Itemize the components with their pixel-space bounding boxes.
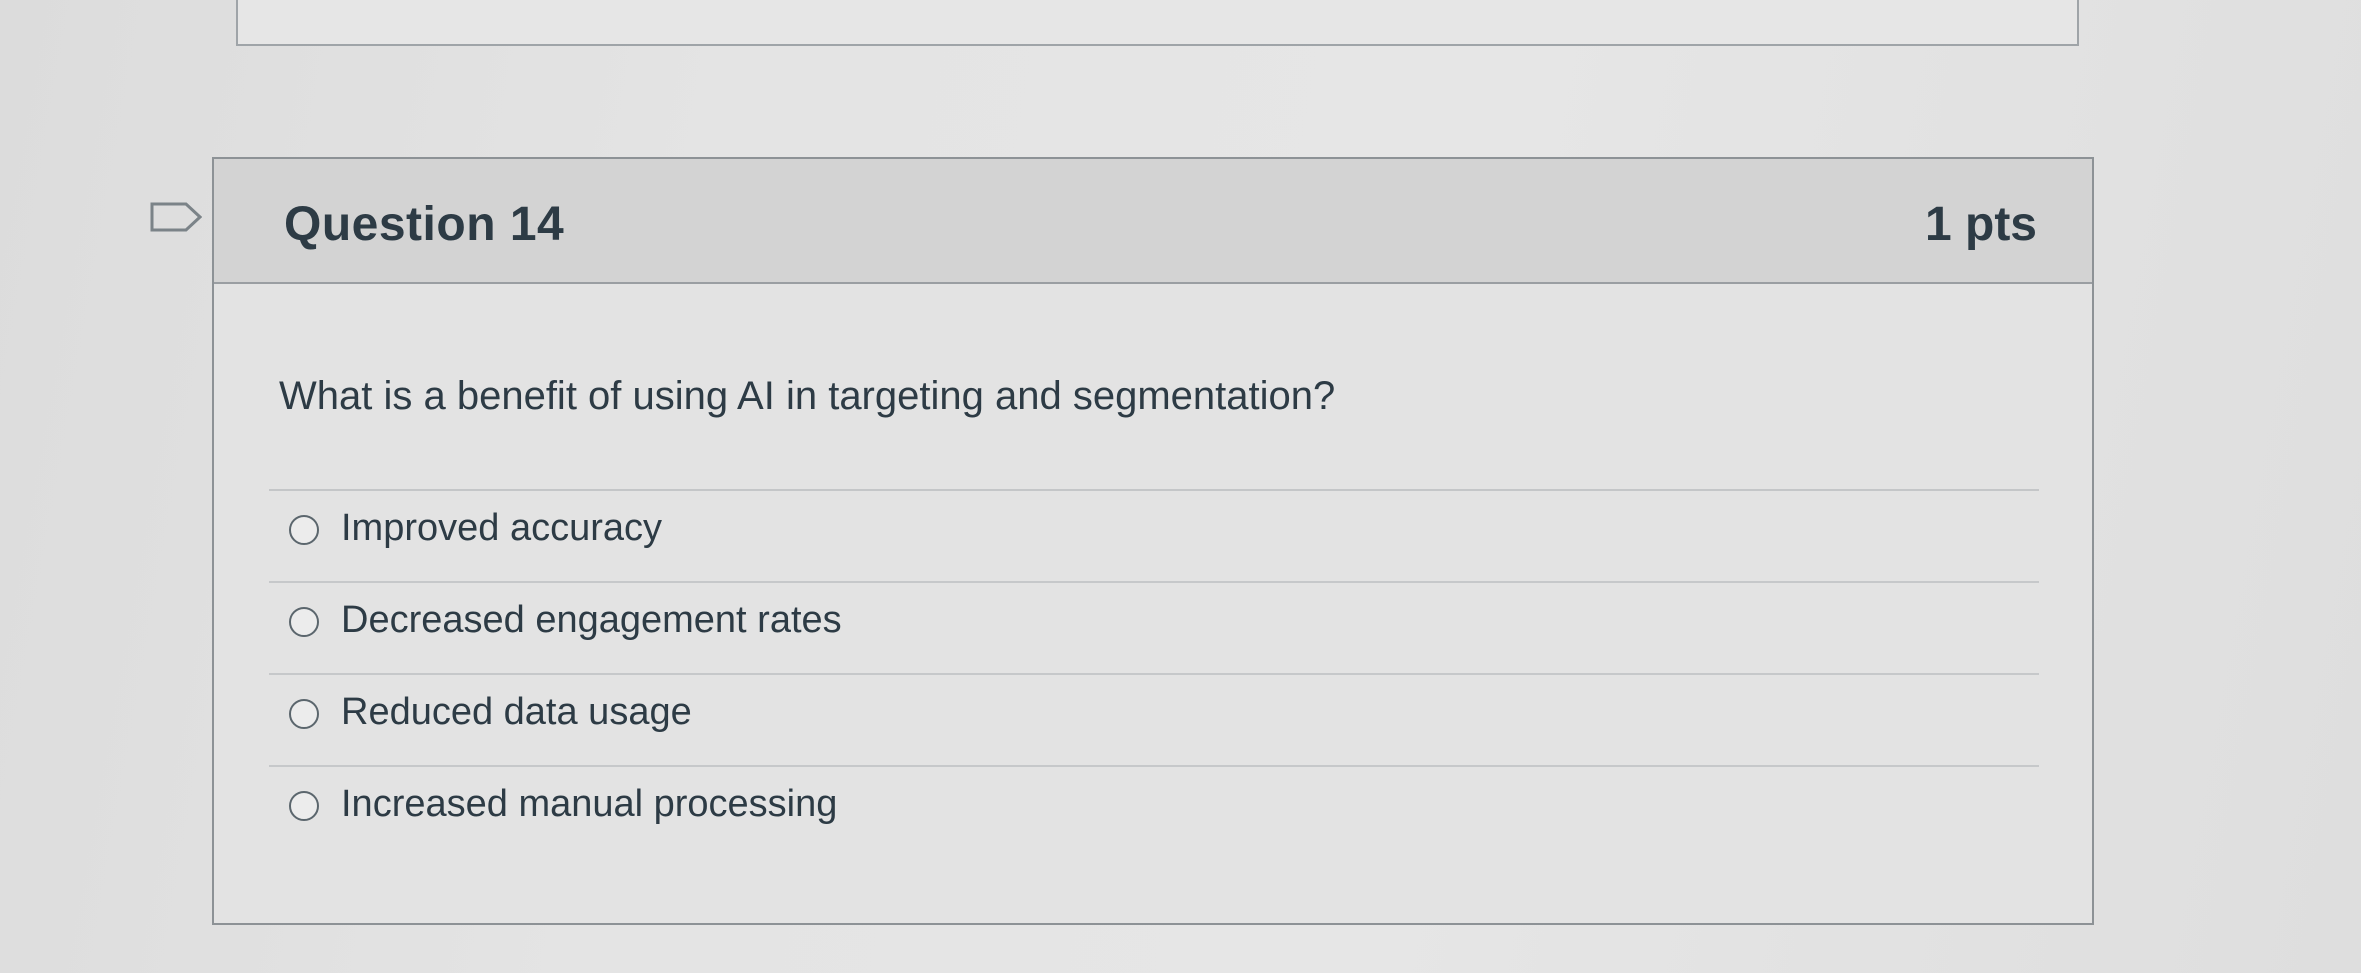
radio-button[interactable]	[289, 515, 319, 545]
answer-label[interactable]: Increased manual processing	[341, 783, 837, 826]
radio-button[interactable]	[289, 699, 319, 729]
answer-option[interactable]: Improved accuracy	[269, 491, 2039, 583]
answer-label[interactable]: Reduced data usage	[341, 691, 692, 734]
answer-option[interactable]: Increased manual processing	[269, 767, 2039, 859]
question-text: What is a benefit of using AI in targeti…	[279, 374, 1336, 418]
radio-button[interactable]	[289, 791, 319, 821]
answer-option[interactable]: Reduced data usage	[269, 675, 2039, 767]
question-card: Question 14 1 pts What is a benefit of u…	[212, 157, 2094, 925]
flag-question-icon[interactable]	[150, 202, 203, 232]
answer-option[interactable]: Decreased engagement rates	[269, 583, 2039, 675]
question-points: 1 pts	[1924, 198, 2037, 251]
question-title: Question 14	[284, 198, 565, 251]
answer-label[interactable]: Decreased engagement rates	[341, 599, 842, 642]
flag-outline-icon	[150, 202, 203, 232]
radio-button[interactable]	[289, 607, 319, 637]
answer-label[interactable]: Improved accuracy	[341, 507, 662, 550]
previous-question-card	[236, 0, 2079, 46]
question-header: Question 14 1 pts	[214, 159, 2092, 284]
answer-list: Improved accuracy Decreased engagement r…	[269, 491, 2039, 859]
